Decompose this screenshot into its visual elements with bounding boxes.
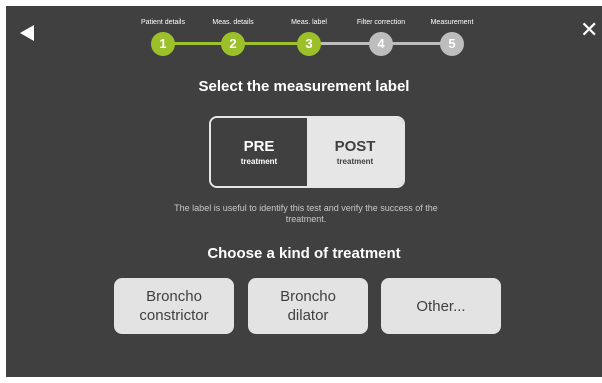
broncho-dilator-button[interactable]: Broncho dilator (248, 278, 368, 334)
measurement-label-toggle: PRE treatment POST treatment (209, 116, 405, 188)
back-icon[interactable] (20, 25, 34, 41)
step-label-measurement: Measurement (430, 19, 474, 26)
step-1-circle[interactable]: 1 (151, 32, 175, 56)
close-icon[interactable]: ✕ (580, 18, 598, 42)
post-treatment-option[interactable]: POST treatment (307, 118, 403, 186)
post-option-sublabel: treatment (336, 156, 374, 166)
broncho-constrictor-button[interactable]: Broncho constrictor (114, 278, 234, 334)
other-treatment-button[interactable]: Other... (381, 278, 501, 334)
step-5-circle: 5 (440, 32, 464, 56)
step-2-circle[interactable]: 2 (221, 32, 245, 56)
treatment-section-title: Choose a kind of treatment (207, 245, 401, 262)
label-hint-text: The label is useful to identify this tes… (174, 203, 438, 224)
pre-treatment-option[interactable]: PRE treatment (211, 118, 307, 186)
page-title: Select the measurement label (198, 78, 410, 95)
pre-option-label: PRE (243, 137, 275, 155)
step-4-circle: 4 (369, 32, 393, 56)
measurement-label-screen: ✕ Patient details Meas. details Meas. la… (6, 6, 602, 377)
step-3-circle[interactable]: 3 (297, 32, 321, 56)
pre-option-sublabel: treatment (240, 156, 278, 166)
post-option-label: POST (334, 137, 376, 155)
